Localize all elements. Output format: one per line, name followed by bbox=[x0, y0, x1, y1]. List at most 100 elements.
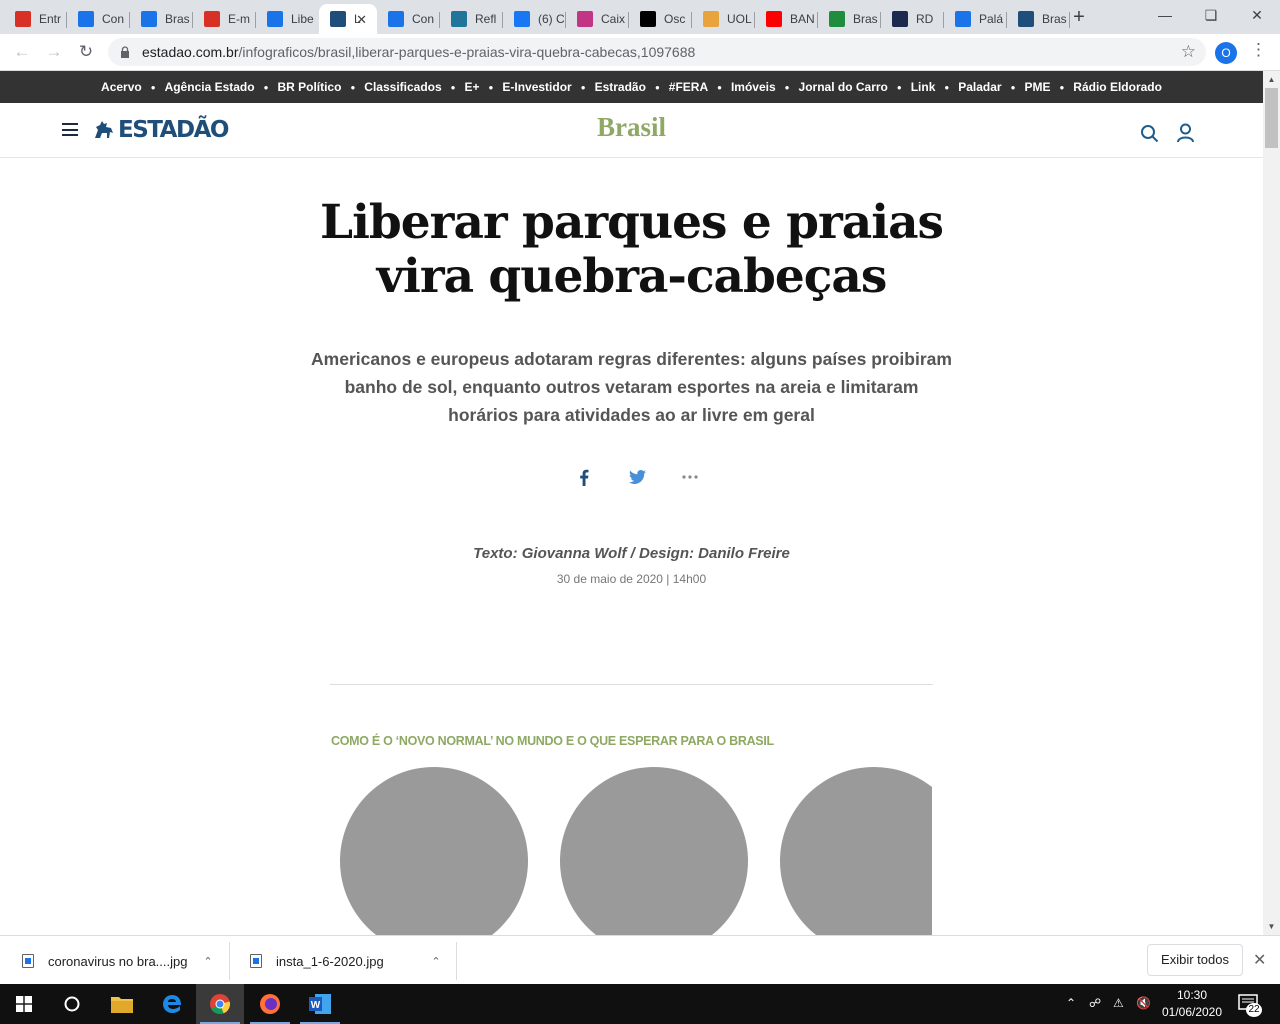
browser-tab[interactable]: Palá bbox=[944, 4, 1007, 34]
browser-tab[interactable]: UOL bbox=[692, 4, 755, 34]
tray-overflow-icon[interactable]: ⌃ bbox=[1066, 996, 1076, 1010]
top-link[interactable]: Rádio Eldorado bbox=[1073, 80, 1162, 94]
file-explorer-taskbar-button[interactable] bbox=[98, 984, 146, 1024]
more-share-button[interactable] bbox=[680, 467, 700, 487]
tab-title: BAN bbox=[790, 12, 815, 26]
od-icon bbox=[640, 11, 656, 27]
browser-tab[interactable]: E-m bbox=[193, 4, 256, 34]
tab-title: Bras bbox=[165, 12, 190, 26]
facebook-icon bbox=[514, 11, 530, 27]
scroll-thumb[interactable] bbox=[1265, 88, 1278, 148]
show-all-downloads-button[interactable]: Exibir todos bbox=[1147, 944, 1243, 976]
top-link[interactable]: Link bbox=[911, 80, 936, 94]
share-buttons bbox=[574, 467, 700, 487]
alert-icon[interactable]: ⚠ bbox=[1113, 996, 1124, 1010]
scroll-up-arrow-icon[interactable]: ▲ bbox=[1263, 71, 1280, 88]
browser-tab[interactable]: Con bbox=[377, 4, 440, 34]
chevron-up-icon[interactable]: ⌃ bbox=[198, 955, 218, 968]
profile-avatar[interactable]: O bbox=[1215, 42, 1237, 64]
back-button[interactable]: ← bbox=[10, 40, 34, 64]
top-link[interactable]: Agência Estado bbox=[165, 80, 255, 94]
section-kicker: COMO É O ‘NOVO NORMAL’ NO MUNDO E O QUE … bbox=[331, 734, 774, 748]
browser-tab[interactable]: BAN bbox=[755, 4, 818, 34]
lock-icon[interactable] bbox=[120, 46, 130, 58]
chrome-taskbar-button[interactable] bbox=[196, 984, 244, 1024]
instagram-icon bbox=[577, 11, 593, 27]
top-link[interactable]: BR Político bbox=[277, 80, 341, 94]
top-link[interactable]: Imóveis bbox=[731, 80, 776, 94]
carousel-image-placeholder[interactable] bbox=[340, 767, 528, 935]
browser-tab[interactable]: RD bbox=[881, 4, 944, 34]
article-content: Liberar parques e praias vira quebra-cab… bbox=[0, 158, 1263, 935]
tab-title: Entr bbox=[39, 12, 62, 26]
browser-tab[interactable]: Bras bbox=[130, 4, 193, 34]
bookmark-star-icon[interactable]: ☆ bbox=[1181, 42, 1196, 62]
site-top-links-bar: Acervo ● Agência Estado ● BR Político ● Classi… bbox=[0, 71, 1263, 103]
word-taskbar-button[interactable]: W bbox=[296, 984, 344, 1024]
bullet-separator: ● bbox=[784, 82, 790, 92]
section-title[interactable]: Brasil bbox=[0, 112, 1263, 143]
address-bar[interactable]: estadao.com.br/infograficos/brasil,liber… bbox=[108, 38, 1206, 66]
carousel-image-placeholder[interactable] bbox=[780, 767, 932, 935]
restore-button[interactable]: ❏ bbox=[1188, 4, 1234, 28]
network-icon[interactable]: ☍ bbox=[1089, 996, 1101, 1010]
close-window-button[interactable]: ✕ bbox=[1234, 4, 1280, 28]
gmail-icon bbox=[204, 11, 220, 27]
gmail-icon bbox=[15, 11, 31, 27]
minimize-button[interactable]: — bbox=[1142, 4, 1188, 28]
top-link[interactable]: Classificados bbox=[364, 80, 441, 94]
browser-tab[interactable]: Bras bbox=[1007, 4, 1070, 34]
browser-tab[interactable]: Libe bbox=[256, 4, 319, 34]
url-text[interactable]: estadao.com.br/infograficos/brasil,liber… bbox=[142, 44, 695, 60]
browser-tab[interactable]: Con bbox=[67, 4, 130, 34]
reload-button[interactable]: ↻ bbox=[74, 40, 98, 64]
top-link[interactable]: E+ bbox=[465, 80, 480, 94]
new-tab-button[interactable]: + bbox=[1068, 6, 1090, 28]
browser-tab[interactable]: Refl bbox=[440, 4, 503, 34]
firefox-taskbar-button[interactable] bbox=[246, 984, 294, 1024]
search-taskbar-button[interactable] bbox=[48, 984, 96, 1024]
browser-tab[interactable]: Osc bbox=[629, 4, 692, 34]
volume-muted-icon[interactable]: 🔇 bbox=[1136, 996, 1151, 1010]
top-links-list: Acervo ● Agência Estado ● BR Político ● Classi… bbox=[101, 80, 1162, 94]
uol-icon bbox=[703, 11, 719, 27]
tab-title: RD bbox=[916, 12, 934, 26]
top-link[interactable]: Acervo bbox=[101, 80, 142, 94]
search-icon[interactable] bbox=[1140, 124, 1159, 143]
browser-menu-icon[interactable]: ⋮ bbox=[1250, 40, 1267, 60]
facebook-share-button[interactable] bbox=[574, 467, 594, 487]
carousel-image-placeholder[interactable] bbox=[560, 767, 748, 935]
tab-title: Con bbox=[102, 12, 125, 26]
twitter-share-button[interactable] bbox=[627, 467, 647, 487]
forward-button[interactable]: → bbox=[42, 40, 66, 64]
browser-tab[interactable]: Bras bbox=[818, 4, 881, 34]
download-item[interactable]: coronavirus no bra....jpg ⌃ bbox=[22, 942, 230, 980]
edge-taskbar-button[interactable] bbox=[148, 984, 196, 1024]
download-item[interactable]: insta_1-6-2020.jpg ⌃ bbox=[250, 942, 457, 980]
browser-tab[interactable]: L ✕ bbox=[319, 4, 377, 34]
top-link[interactable]: Jornal do Carro bbox=[799, 80, 888, 94]
top-link[interactable]: Estradão bbox=[595, 80, 646, 94]
chrome-icon bbox=[210, 994, 231, 1014]
bullet-separator: ● bbox=[1010, 82, 1016, 92]
browser-tab[interactable]: Caix bbox=[566, 4, 629, 34]
top-link[interactable]: PME bbox=[1024, 80, 1050, 94]
page-scrollbar[interactable]: ▲ ▼ bbox=[1263, 71, 1280, 935]
browser-tab[interactable]: (6) C bbox=[503, 4, 566, 34]
tab-title: UOL bbox=[727, 12, 752, 26]
scroll-down-arrow-icon[interactable]: ▼ bbox=[1263, 918, 1280, 935]
clock-time: 10:30 bbox=[1176, 988, 1208, 1002]
user-account-icon[interactable] bbox=[1176, 123, 1195, 143]
bullet-separator: ● bbox=[654, 82, 660, 92]
browser-tab[interactable]: Entr bbox=[4, 4, 67, 34]
top-link[interactable]: #FERA bbox=[669, 80, 708, 94]
chevron-up-icon[interactable]: ⌃ bbox=[426, 955, 446, 968]
site-header: ESTADÃO Brasil bbox=[0, 103, 1263, 158]
rd-icon bbox=[892, 11, 908, 27]
top-link[interactable]: E-Investidor bbox=[502, 80, 571, 94]
close-downloads-icon[interactable]: ✕ bbox=[1253, 950, 1266, 970]
close-tab-icon[interactable]: ✕ bbox=[356, 12, 367, 28]
top-link[interactable]: Paladar bbox=[958, 80, 1001, 94]
system-clock[interactable]: 10:30 01/06/2020 bbox=[1158, 987, 1226, 1021]
start-button[interactable] bbox=[0, 984, 48, 1024]
